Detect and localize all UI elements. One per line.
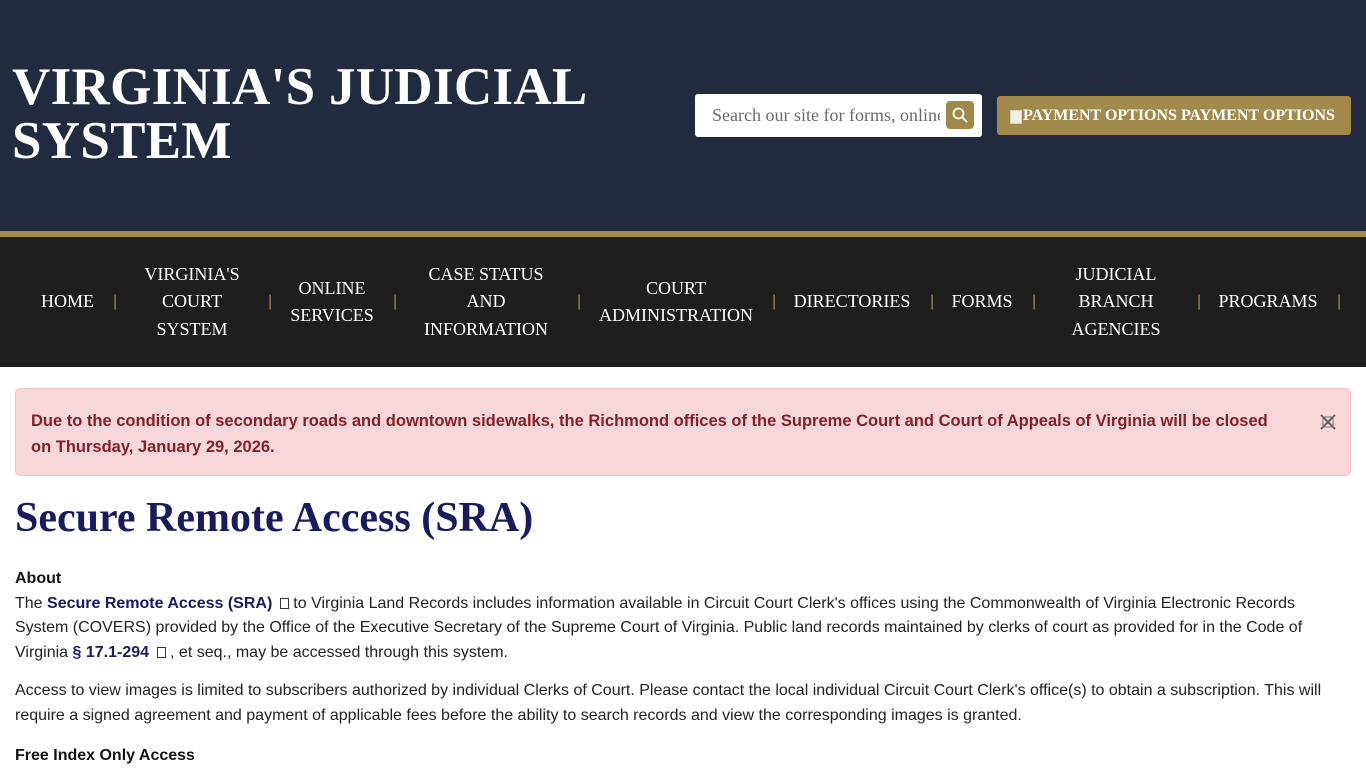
site-title-line-1: VIRGINIA'S JUDICIAL <box>12 58 588 116</box>
site-title-line-2: SYSTEM <box>12 112 232 170</box>
search-input[interactable] <box>695 94 940 137</box>
about-paragraph: The Secure Remote Access (SRA) to Virgini… <box>15 592 1345 666</box>
sra-link[interactable]: Secure Remote Access (SRA) <box>47 595 272 612</box>
nav-separator: | <box>772 293 777 310</box>
nav-item-case-status[interactable]: CASE STATUS AND INFORMATION <box>416 237 556 367</box>
nav-item-label: DIRECTORIES <box>793 291 911 312</box>
about-text-post: , et seq., may be accessed through this … <box>170 643 508 661</box>
nav-separator: | <box>577 293 582 310</box>
payment-options-image: PAYMENT OPTIONS <box>1010 107 1177 125</box>
nav-item-label: HOME <box>41 291 94 312</box>
search-icon <box>952 107 968 123</box>
nav-item-forms[interactable]: FORMS <box>948 237 1016 367</box>
access-paragraph: Access to view images is limited to subs… <box>15 682 1322 724</box>
main-nav: HOME | VIRGINIA'S COURT SYSTEM | ONLINE … <box>0 237 1366 367</box>
broken-image-icon <box>1010 109 1022 124</box>
nav-item-online-services[interactable]: ONLINE SERVICES <box>285 237 379 367</box>
payment-options-image-alt: PAYMENT OPTIONS <box>1023 106 1177 124</box>
nav-item-label: CASE STATUS AND INFORMATION <box>423 263 548 339</box>
site-title[interactable]: VIRGINIA'S JUDICIAL SYSTEM <box>12 60 652 168</box>
nav-item-directories[interactable]: DIRECTORIES <box>790 237 914 367</box>
nav-item-label: FORMS <box>951 291 1013 312</box>
about-heading: About <box>15 570 62 587</box>
payment-options-label: PAYMENT OPTIONS <box>1180 106 1335 124</box>
payment-options-button[interactable]: PAYMENT OPTIONS PAYMENT OPTIONS <box>997 96 1351 135</box>
alert-message: Due to the condition of secondary roads … <box>31 412 1268 456</box>
page-title: Secure Remote Access (SRA) <box>15 495 534 541</box>
code-link[interactable]: § 17.1-294 <box>73 644 150 661</box>
nav-item-judicial-branch-agencies[interactable]: JUDICIAL BRANCH AGENCIES <box>1062 237 1170 367</box>
nav-separator: | <box>1197 293 1202 310</box>
nav-item-label: JUDICIAL BRANCH AGENCIES <box>1071 263 1161 339</box>
search-box <box>695 94 982 137</box>
nav-item-label: COURT ADMINISTRATION <box>599 277 753 326</box>
about-text-pre: The <box>15 594 48 612</box>
nav-separator: | <box>113 293 118 310</box>
nav-separator: | <box>930 293 935 310</box>
external-link-icon <box>157 646 167 658</box>
free-index-heading: Free Index Only Access <box>15 747 195 764</box>
nav-separator: | <box>268 293 273 310</box>
search-button[interactable] <box>946 101 974 129</box>
nav-separator: | <box>393 293 398 310</box>
nav-item-label: VIRGINIA'S COURT SYSTEM <box>144 263 240 339</box>
closure-alert: Due to the condition of secondary roads … <box>15 388 1351 476</box>
nav-item-court-administration[interactable]: COURT ADMINISTRATION <box>596 237 756 367</box>
about-section: About The Secure Remote Access (SRA) to V… <box>15 567 1345 665</box>
nav-separator: | <box>1032 293 1037 310</box>
alert-close-button[interactable] <box>1317 411 1339 433</box>
nav-item-home[interactable]: HOME <box>30 237 105 367</box>
nav-item-label: ONLINE SERVICES <box>290 277 374 326</box>
nav-item-label: PROGRAMS <box>1218 291 1318 312</box>
external-link-icon <box>280 597 290 609</box>
nav-item-programs[interactable]: PROGRAMS <box>1214 237 1322 367</box>
close-icon <box>1320 414 1336 430</box>
nav-item-virginias-court-system[interactable]: VIRGINIA'S COURT SYSTEM <box>132 237 252 367</box>
nav-separator: | <box>1337 293 1342 310</box>
